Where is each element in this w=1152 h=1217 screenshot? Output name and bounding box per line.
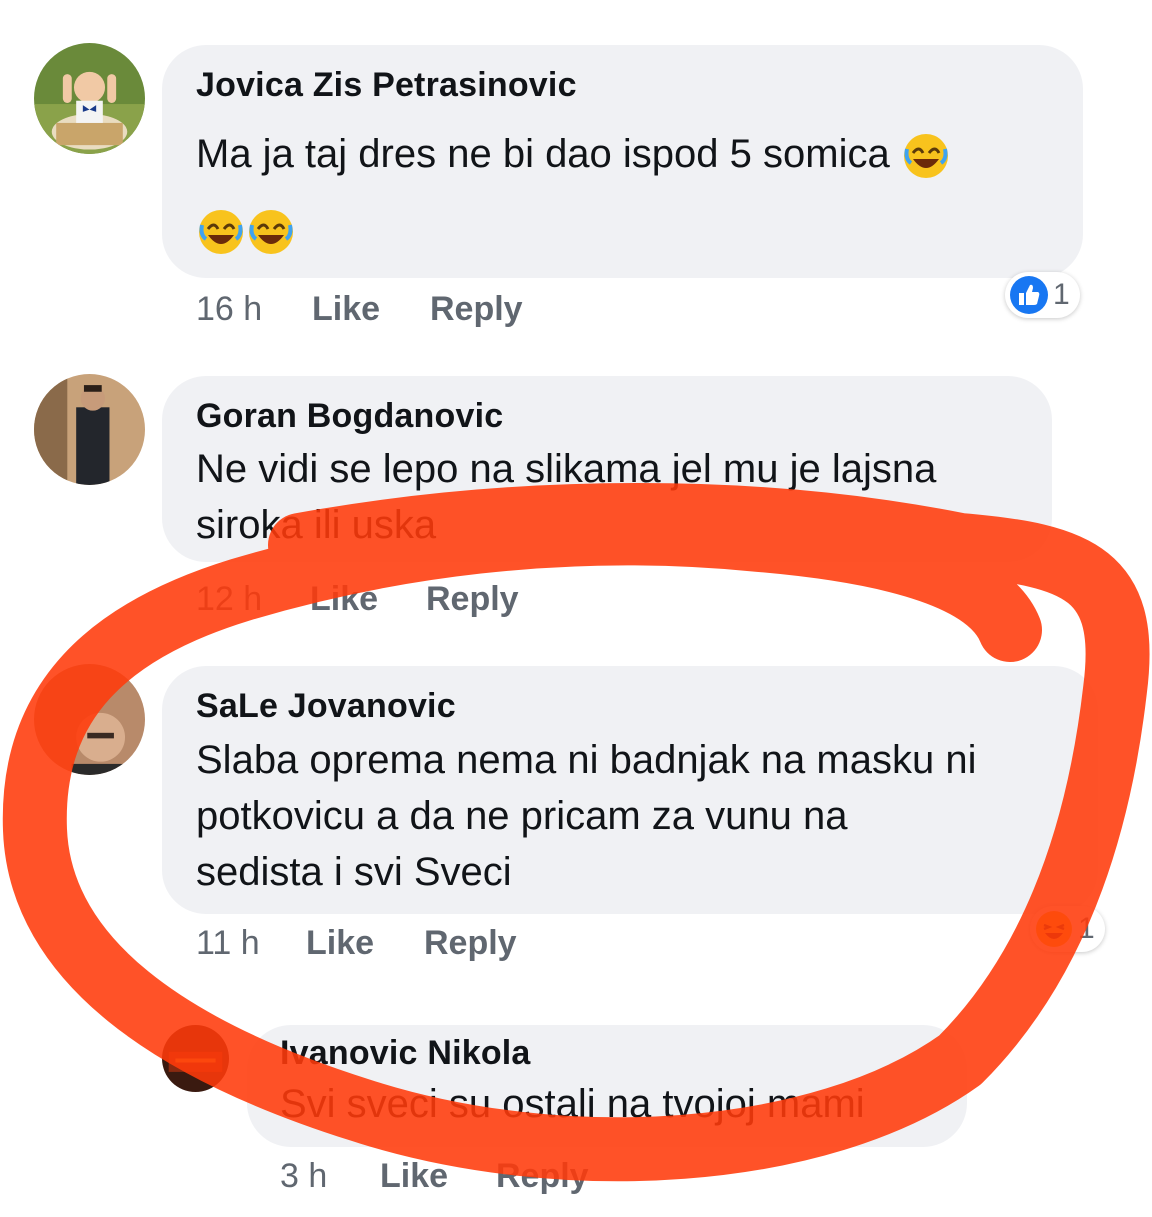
avatar[interactable]: [34, 664, 145, 775]
reply-button[interactable]: Reply: [496, 1157, 589, 1196]
reaction-count[interactable]: 1: [1030, 906, 1105, 952]
comment-text: Ma ja taj dres ne bi dao ispod 5 somica: [196, 126, 951, 182]
comment-author[interactable]: SaLe Jovanovic: [196, 687, 456, 726]
avatar[interactable]: [34, 43, 145, 154]
haha-icon: [1034, 909, 1074, 949]
like-button[interactable]: Like: [380, 1157, 448, 1196]
like-button[interactable]: Like: [306, 924, 374, 963]
comment-time[interactable]: 16 h: [196, 290, 262, 329]
comment-text: Ne vidi se lepo na slikama jel mu je laj…: [196, 447, 937, 491]
comment-text: Slaba oprema nema ni badnjak na masku ni: [196, 738, 977, 782]
comment-text: siroka ili uska: [196, 503, 437, 547]
rofl-emoji-icon: [196, 207, 246, 257]
rofl-emoji-icon: [246, 207, 296, 257]
comment-text: potkovicu a da ne pricam za vunu na: [196, 794, 848, 838]
reply-time[interactable]: 3 h: [280, 1157, 327, 1196]
comment-author[interactable]: Goran Bogdanovic: [196, 397, 503, 436]
reply-author[interactable]: Ivanovic Nikola: [280, 1034, 531, 1073]
thumbs-up-icon: [1009, 275, 1049, 315]
comment-time[interactable]: 11 h: [196, 924, 260, 963]
reply-button[interactable]: Reply: [424, 924, 517, 963]
like-button[interactable]: Like: [310, 580, 378, 619]
comment-author[interactable]: Jovica Zis Petrasinovic: [196, 66, 577, 105]
comment-emoji-line: [196, 202, 296, 258]
avatar[interactable]: [162, 1025, 229, 1092]
comment-time[interactable]: 12 h: [196, 580, 262, 619]
reply-text: Svi sveci su ostali na tvojoj mami: [280, 1082, 865, 1126]
rofl-emoji-icon: [901, 131, 951, 181]
comment-text: sedista i svi Sveci: [196, 850, 512, 894]
avatar[interactable]: [34, 374, 145, 485]
reply-button[interactable]: Reply: [426, 580, 519, 619]
like-button[interactable]: Like: [312, 290, 380, 329]
reply-button[interactable]: Reply: [430, 290, 523, 329]
reaction-count[interactable]: 1: [1005, 272, 1080, 318]
